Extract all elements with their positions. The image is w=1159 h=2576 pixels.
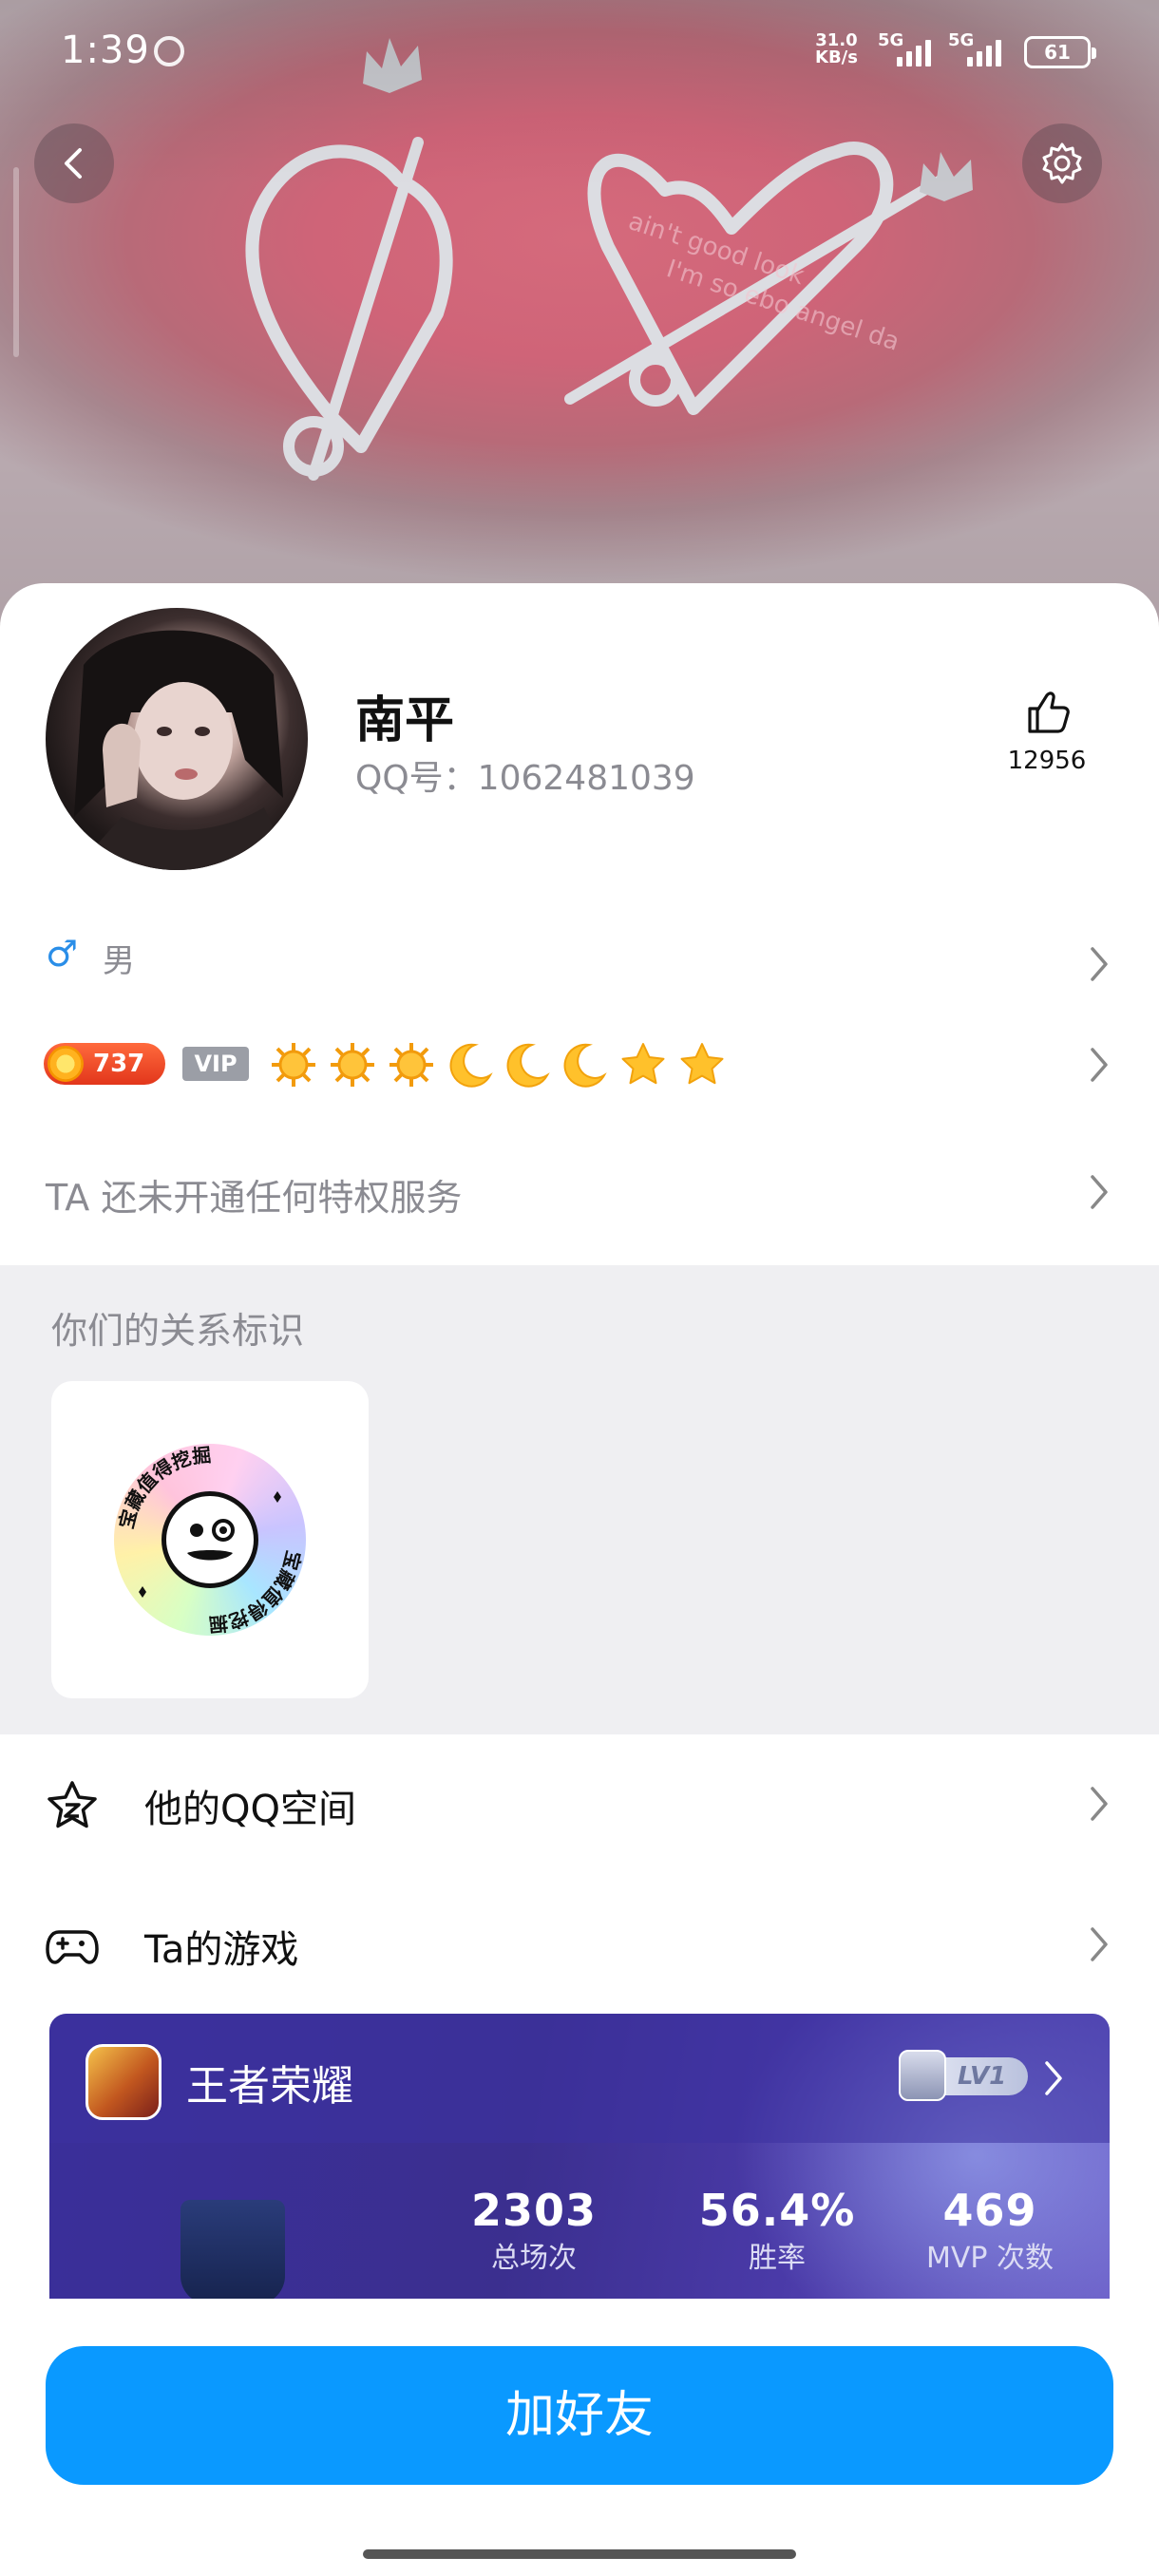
nickname: 南平 xyxy=(355,692,455,749)
moon-level-icon xyxy=(506,1043,550,1088)
signal-bars-icon-2 xyxy=(967,34,1001,66)
network-speed-unit: KB/s xyxy=(815,47,858,67)
privilege-row[interactable]: TA 还未开通任何特权服务 xyxy=(0,1161,1159,1237)
stat-mvp: 469 MVP 次数 xyxy=(895,2185,1085,2276)
stat-label: 胜率 xyxy=(749,2242,806,2275)
game-card[interactable]: 王者荣耀 LV1 2303 总场次 56.4% 胜率 469 MVP 次数 xyxy=(49,2014,1110,2299)
scroll-indicator xyxy=(13,167,19,357)
chevron-right-icon xyxy=(1085,942,1113,986)
game-app-icon xyxy=(86,2044,162,2120)
chevron-right-icon xyxy=(1045,2061,1062,2095)
gender-text: 男 xyxy=(103,942,135,980)
stat-total-games: 2303 总场次 xyxy=(420,2185,648,2276)
like-button[interactable]: 12956 xyxy=(988,688,1106,775)
home-indicator[interactable] xyxy=(363,2549,796,2559)
stat-value: 469 xyxy=(942,2185,1037,2236)
thumbs-up-icon xyxy=(1028,691,1070,733)
sun-level-icon xyxy=(390,1043,433,1087)
relationship-title: 你们的关系标识 xyxy=(51,1310,305,1352)
chevron-right-icon xyxy=(1085,1170,1113,1214)
stat-value: 2303 xyxy=(470,2185,598,2236)
status-bar: 1:39 31.0 KB/s 5G 5G 61 xyxy=(0,0,1159,104)
qzone-label: 他的QQ空间 xyxy=(144,1788,356,1831)
games-label: Ta的游戏 xyxy=(144,1928,299,1972)
game-name: 王者荣耀 xyxy=(186,2062,353,2111)
game-level-icon xyxy=(899,2050,946,2101)
network-speed: 31.0 KB/s xyxy=(815,32,858,66)
moon-level-icon xyxy=(563,1043,607,1088)
like-count: 12956 xyxy=(1007,747,1087,775)
moon-level-icon xyxy=(449,1043,493,1088)
coin-level-badge: 737 xyxy=(44,1043,165,1085)
clock: 1:39 xyxy=(61,28,150,72)
vip-badge: VIP xyxy=(182,1047,249,1081)
gender-row[interactable]: ♂ 男 xyxy=(0,923,1159,1009)
male-icon: ♂ xyxy=(46,933,79,975)
qzone-star-icon xyxy=(48,1781,97,1828)
gear-icon xyxy=(1042,142,1082,184)
battery-icon: 61 xyxy=(1024,36,1096,68)
sun-level-icon xyxy=(331,1043,374,1087)
stat-win-rate: 56.4% 胜率 xyxy=(663,2185,891,2276)
signal-bars-icon xyxy=(897,34,931,66)
qq-number: QQ号：1062481039 xyxy=(355,759,695,798)
games-row[interactable]: Ta的游戏 xyxy=(0,1896,1159,1991)
stat-label: 总场次 xyxy=(491,2242,577,2275)
star-level-icon xyxy=(680,1043,724,1085)
badge-face-icon xyxy=(162,1491,258,1588)
level-row[interactable]: 737 VIP xyxy=(0,1035,1159,1102)
star-level-icon xyxy=(621,1043,665,1085)
chevron-right-icon xyxy=(1085,1043,1113,1087)
sun-level-icon xyxy=(272,1043,315,1087)
settings-button[interactable] xyxy=(1022,123,1102,203)
back-arrow-icon xyxy=(65,148,82,179)
stat-value: 56.4% xyxy=(698,2185,856,2236)
avatar[interactable] xyxy=(46,608,308,870)
privilege-text: TA 还未开通任何特权服务 xyxy=(46,1177,463,1219)
notification-icon xyxy=(154,36,184,66)
qzone-row[interactable]: 他的QQ空间 xyxy=(0,1755,1159,1850)
chevron-right-icon xyxy=(1085,1782,1113,1826)
stat-label: MVP 次数 xyxy=(925,2242,1054,2275)
profile-page: ain't good look I'm so ebo angel da 1:39… xyxy=(0,0,1159,2576)
rank-emblem-icon xyxy=(180,2200,285,2299)
back-button[interactable] xyxy=(34,123,114,203)
add-friend-button[interactable]: 加好友 xyxy=(46,2346,1113,2485)
gamepad-icon xyxy=(46,1930,99,1964)
chevron-right-icon xyxy=(1085,1923,1113,1966)
